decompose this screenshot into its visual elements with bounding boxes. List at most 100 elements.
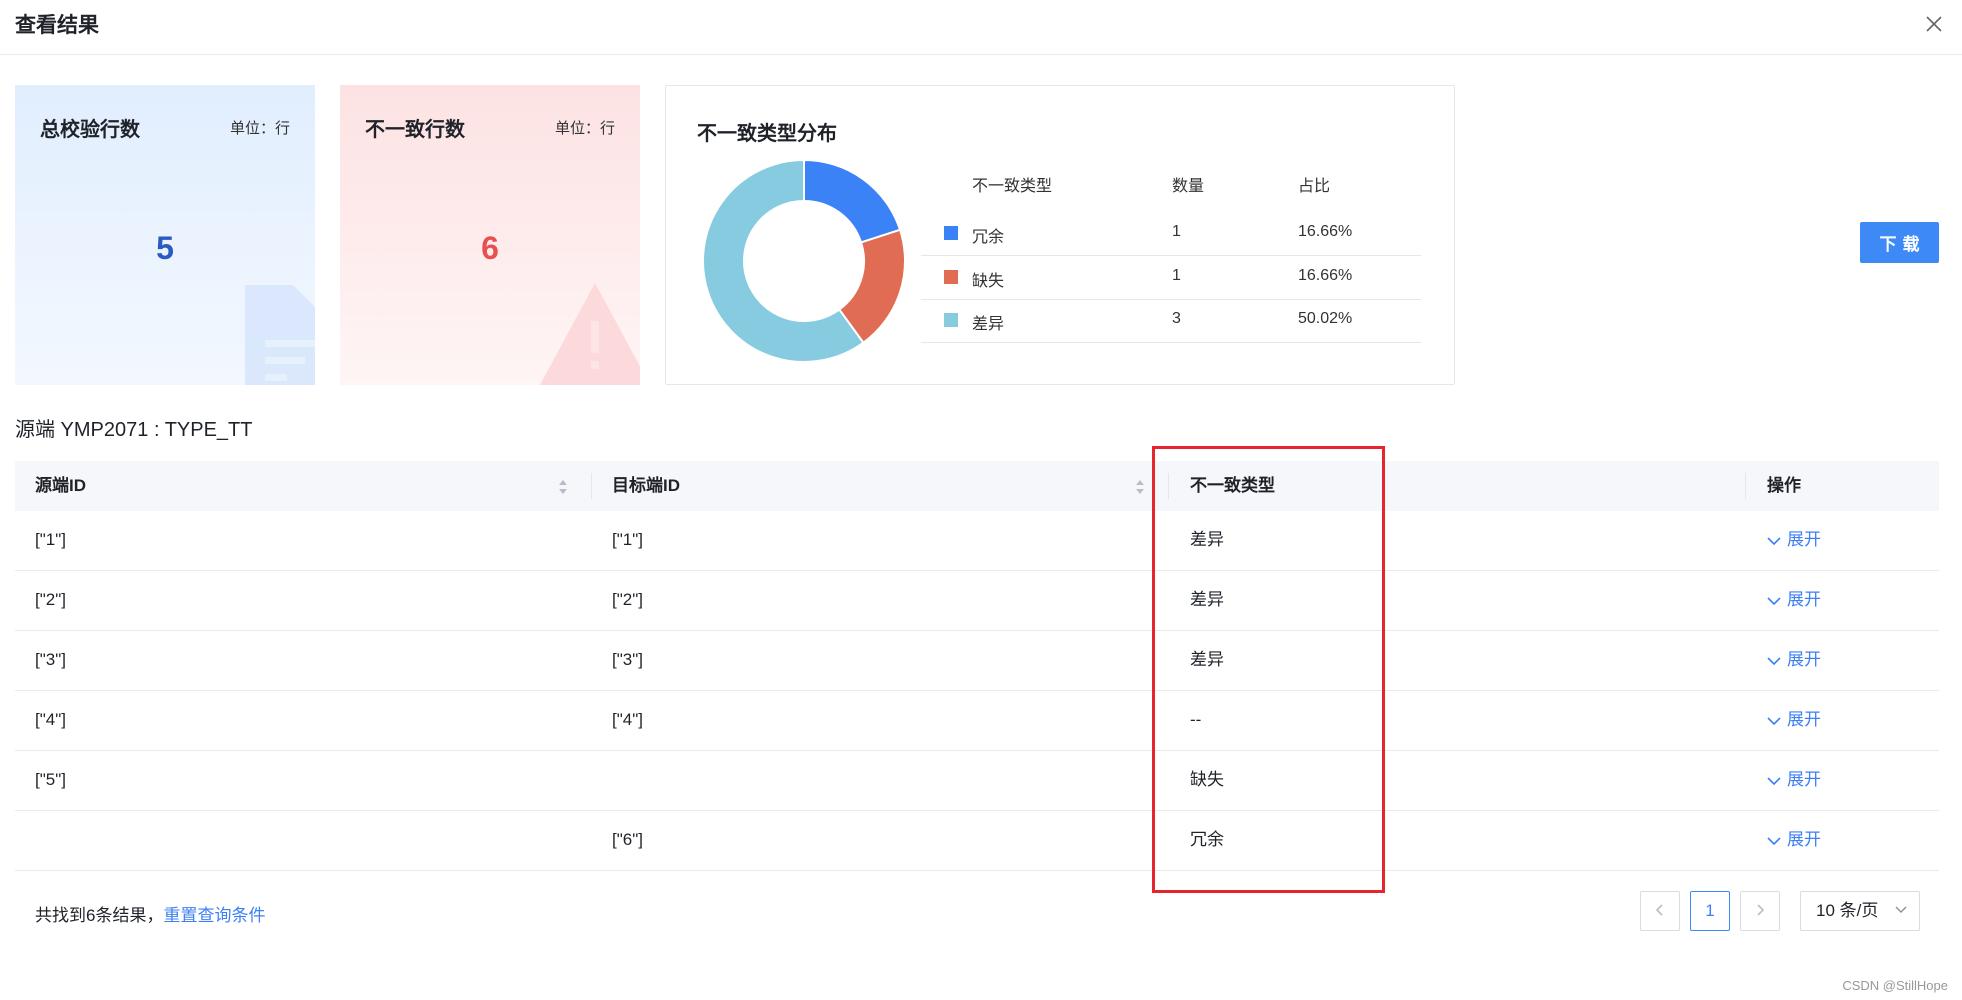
table-row: ["1"] ["1"] 差异 展开 <box>15 511 1939 571</box>
page-number-button[interactable]: 1 <box>1690 891 1730 931</box>
legend-header-type: 不一致类型 <box>972 178 1053 195</box>
legend-row: 冗余 1 16.66% <box>921 212 1421 256</box>
mismatch-type-cell: 差异 <box>1190 590 1224 609</box>
column-divider <box>1168 473 1169 499</box>
page-size-select[interactable]: 10 条/页 <box>1800 891 1920 931</box>
legend-header-ratio: 占比 <box>1298 178 1331 195</box>
legend-header-count: 数量 <box>1172 178 1205 195</box>
source-id-cell: ["4"] <box>35 710 66 729</box>
mismatch-type-cell: 缺失 <box>1190 770 1224 789</box>
expand-label: 展开 <box>1787 650 1821 669</box>
card-unit: 单位：行 <box>554 120 615 137</box>
page-size-value: 10 条/页 <box>1816 901 1879 920</box>
chevron-down-icon <box>1767 836 1781 845</box>
legend-type: 差异 <box>972 316 1005 333</box>
card-title: 不一致行数 <box>365 119 465 141</box>
legend-row: 缺失 1 16.66% <box>921 256 1421 300</box>
legend-ratio: 16.66% <box>1298 223 1353 240</box>
legend-count: 1 <box>1172 267 1181 284</box>
result-table: 源端ID 目标端ID 不一致类型 操作 ["1"] ["1"] 差异 展开 ["… <box>15 461 1939 871</box>
target-id-cell: ["4"] <box>612 710 643 729</box>
target-id-cell: ["2"] <box>612 590 643 609</box>
column-header-target-id[interactable]: 目标端ID <box>612 461 680 511</box>
source-id-cell: ["1"] <box>35 530 66 549</box>
expand-link[interactable]: 展开 <box>1767 631 1821 690</box>
dialog-title: 查看结果 <box>15 14 99 37</box>
expand-link[interactable]: 展开 <box>1767 811 1821 870</box>
table-row: ["3"] ["3"] 差异 展开 <box>15 631 1939 691</box>
table-row: ["4"] ["4"] -- 展开 <box>15 691 1939 751</box>
column-header-action: 操作 <box>1767 476 1801 495</box>
legend-row: 差异 3 50.02% <box>921 299 1421 343</box>
expand-link[interactable]: 展开 <box>1767 691 1821 750</box>
expand-label: 展开 <box>1787 770 1821 789</box>
source-id-cell: ["2"] <box>35 590 66 609</box>
chevron-left-icon <box>1655 903 1663 916</box>
legend-ratio: 50.02% <box>1298 310 1353 327</box>
expand-link[interactable]: 展开 <box>1767 751 1821 810</box>
mismatch-rows-card: 不一致行数 单位：行 6 <box>340 85 640 385</box>
reset-query-link[interactable]: 重置查询条件 <box>163 906 265 925</box>
sort-icon[interactable] <box>1135 479 1145 495</box>
chevron-down-icon <box>1767 776 1781 785</box>
chevron-down-icon <box>1767 656 1781 665</box>
target-id-cell: ["3"] <box>612 650 643 669</box>
source-id-cell: ["5"] <box>35 770 66 789</box>
chevron-down-icon <box>1767 596 1781 605</box>
donut-slice-冗余[interactable] <box>803 160 902 244</box>
legend-ratio: 16.66% <box>1298 267 1353 284</box>
distribution-panel: 不一致类型分布 不一致类型 数量 占比 冗余 1 16.66% 缺失 1 16.… <box>665 85 1455 385</box>
warning-icon <box>540 283 640 385</box>
source-id-cell: ["3"] <box>35 650 66 669</box>
legend-count: 3 <box>1172 310 1181 327</box>
chevron-down-icon <box>1767 536 1781 545</box>
mismatch-type-cell: 差异 <box>1190 650 1224 669</box>
column-divider <box>1745 473 1746 499</box>
distribution-donut-chart <box>703 160 905 362</box>
table-header: 源端ID 目标端ID 不一致类型 操作 <box>15 461 1939 511</box>
download-button[interactable]: 下载 <box>1860 222 1939 263</box>
sort-icon[interactable] <box>558 479 568 495</box>
result-summary: 共找到6条结果，重置查询条件 <box>35 901 265 926</box>
chevron-down-icon <box>1767 716 1781 725</box>
chevron-down-icon <box>1895 906 1907 913</box>
next-page-button[interactable] <box>1740 891 1780 931</box>
mismatch-type-cell: -- <box>1190 710 1202 729</box>
total-rows-card: 总校验行数 单位：行 5 <box>15 85 315 385</box>
legend-type: 缺失 <box>972 273 1005 290</box>
column-header-source-id[interactable]: 源端ID <box>35 461 86 511</box>
target-id-cell: ["6"] <box>612 830 643 849</box>
legend-swatch <box>944 313 958 327</box>
mismatch-type-cell: 差异 <box>1190 530 1224 549</box>
expand-label: 展开 <box>1787 530 1821 549</box>
legend-swatch <box>944 270 958 284</box>
prev-page-button[interactable] <box>1640 891 1680 931</box>
legend-type: 冗余 <box>972 229 1005 246</box>
mismatch-rows-value: 6 <box>481 230 499 266</box>
expand-label: 展开 <box>1787 710 1821 729</box>
total-rows-value: 5 <box>156 230 174 266</box>
dialog-header: 查看结果 <box>0 0 1962 55</box>
watermark: CSDN @StillHope <box>1842 978 1948 993</box>
column-divider <box>591 473 592 499</box>
table-row: ["6"] 冗余 展开 <box>15 811 1939 871</box>
distribution-title: 不一致类型分布 <box>697 123 837 145</box>
card-title: 总校验行数 <box>40 119 140 141</box>
chevron-right-icon <box>1757 903 1765 916</box>
expand-label: 展开 <box>1787 590 1821 609</box>
legend-count: 1 <box>1172 223 1181 240</box>
table-row: ["5"] 缺失 展开 <box>15 751 1939 811</box>
expand-link[interactable]: 展开 <box>1767 571 1821 630</box>
document-icon <box>245 285 315 385</box>
column-header-mismatch-type: 不一致类型 <box>1190 476 1275 495</box>
expand-link[interactable]: 展开 <box>1767 511 1821 570</box>
legend-swatch <box>944 226 958 240</box>
mismatch-type-cell: 冗余 <box>1190 830 1224 849</box>
target-id-cell: ["1"] <box>612 530 643 549</box>
card-unit: 单位：行 <box>229 120 290 137</box>
close-icon[interactable] <box>1920 10 1948 38</box>
expand-label: 展开 <box>1787 830 1821 849</box>
result-count-text: 共找到6条结果， <box>35 906 164 925</box>
section-title: 源端 YMP2071 : TYPE_TT <box>15 419 253 441</box>
table-row: ["2"] ["2"] 差异 展开 <box>15 571 1939 631</box>
